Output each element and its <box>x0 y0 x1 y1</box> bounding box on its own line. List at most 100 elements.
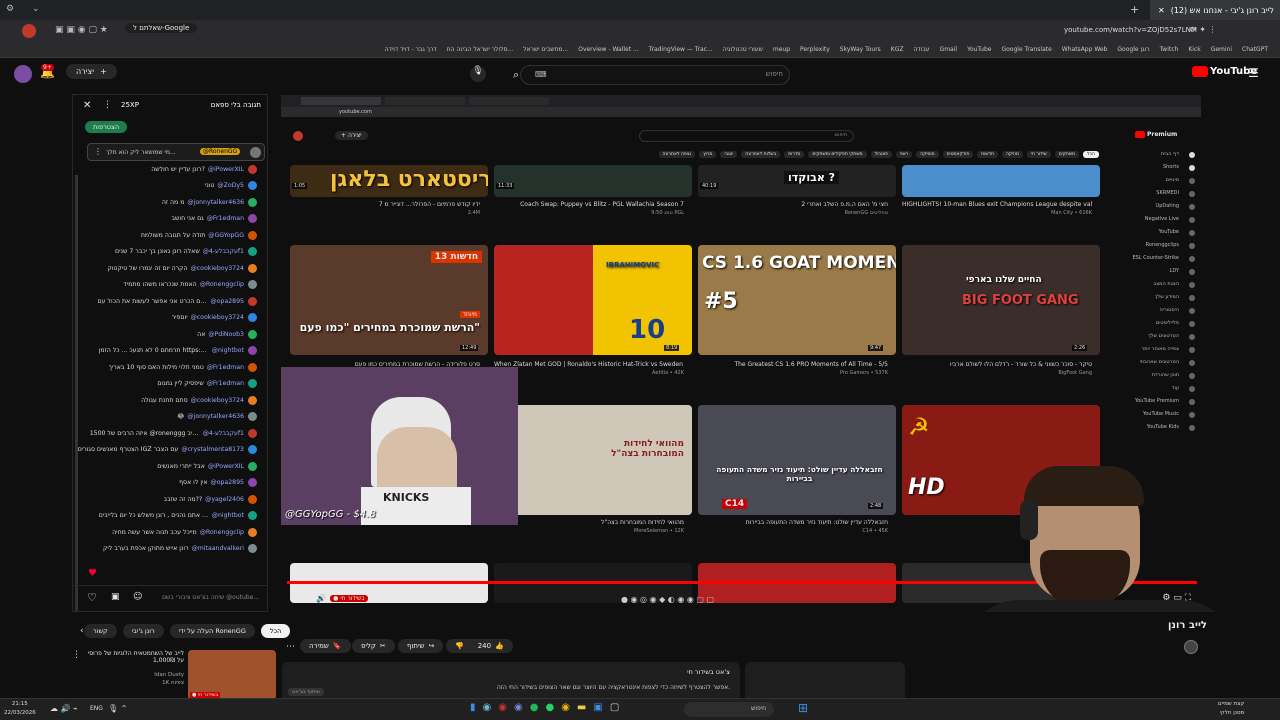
inner-chip[interactable]: נצפה לאחרונה <box>658 151 696 158</box>
thumb-r3-2[interactable]: חזבאללה עדיין שולט: תיעוד נזיר משדה התעו… <box>698 405 896 515</box>
obs-icon[interactable]: ◉ <box>498 702 507 713</box>
clip-button[interactable]: קליפ ✂ <box>352 639 395 653</box>
inner-avatar[interactable] <box>293 131 303 141</box>
inner-create[interactable]: + יצירה <box>335 131 368 140</box>
inner-chip[interactable]: סדרות <box>784 151 805 158</box>
video-title[interactable]: חזבאללה עדיין שולט: תיעוד נזיר משדה התעו… <box>698 519 888 526</box>
inner-chip[interactable]: מוזיקה <box>1001 151 1023 158</box>
chat-author[interactable]: @Fr1edman <box>207 380 244 387</box>
chat-author[interactable]: @עקבבלע-4f1 <box>203 248 244 255</box>
keyboard-icon[interactable]: ⌨ <box>535 70 547 79</box>
new-tab-icon[interactable]: + <box>1130 3 1139 16</box>
chat-message[interactable]: תודה על תגובה משולמת @GGYopGG <box>73 227 267 244</box>
chat-message[interactable]: שאלה רונן גאונן בך יכבר 7 שנים @עקבבלע-4f… <box>73 244 267 261</box>
bookmark-item[interactable]: Twitch <box>1160 46 1179 53</box>
chat-input[interactable]: שיחה בצ'אט ציבורי בשם @outube... <box>162 594 259 601</box>
thumb-r2-1[interactable]: חדשות 13 מיוחד הרשת שמוכרת במחירים "כמו … <box>290 245 488 355</box>
chat-author[interactable]: @jonnytalker4636 <box>187 413 244 420</box>
chat-author[interactable]: @iPowerXIL <box>208 463 244 470</box>
channel-avatar[interactable] <box>1184 640 1198 654</box>
chat-author[interactable]: @nightbot <box>212 347 244 354</box>
bookmark-item[interactable]: Perplexity <box>800 46 830 53</box>
volume-icon[interactable]: 🔊 <box>316 594 326 603</box>
bookmark-item[interactable]: KGZ <box>891 46 904 53</box>
folder-icon[interactable]: ▬ <box>577 702 586 713</box>
inner-sidebar-item[interactable]: YouTube Kids <box>1101 424 1201 437</box>
chat-message[interactable]: הצטרף מאנשים סגורים IGZ עם הצבר @crystalm… <box>73 442 267 459</box>
close-chat-icon[interactable]: ✕ <box>83 100 91 111</box>
chat-author[interactable]: @yagel2406 <box>205 496 244 503</box>
chat-author[interactable]: @opa2895 <box>211 298 244 305</box>
thumb-r2-2[interactable]: IBRAHIMOVIC 10 <box>494 245 692 355</box>
windows-start-icon[interactable]: ⊞ <box>798 701 808 715</box>
chat-message[interactable]: מייכל עכב תנוה אשר עשה מחיה @Ronenggclip <box>73 524 267 541</box>
bookmark-item[interactable]: ChatGPT <box>1242 46 1268 53</box>
chat-author[interactable]: @Ronenggclip <box>200 529 244 536</box>
inner-chip[interactable]: מרוץ <box>699 151 717 158</box>
chat-author[interactable]: @Ronenggclip <box>200 281 244 288</box>
video-title[interactable]: HIGHLIGHTS! 10-man Blues exit Champions … <box>902 201 1092 208</box>
discord-icon[interactable]: ◉ <box>514 702 523 713</box>
more-options-icon[interactable]: ⋮ <box>103 100 112 110</box>
inner-chip[interactable]: הכל <box>1083 151 1099 158</box>
video-title[interactable]: When Zlatan Met GOD | Ronaldo's Historic… <box>494 361 684 368</box>
chat-author[interactable]: @Fr1edman <box>207 215 244 222</box>
inner-logo[interactable]: Premium <box>1135 131 1177 138</box>
inner-sidebar-item[interactable]: ESL Counter-Strike <box>1101 255 1201 268</box>
video-title[interactable]: The Greatest CS 1.6 PRO Moments of All T… <box>698 361 888 368</box>
chrome-icon[interactable]: ◉ <box>561 702 570 713</box>
pin-menu-icon[interactable]: ⋮ <box>94 147 102 156</box>
inner-sidebar-item[interactable]: Ronenggclips <box>1101 242 1201 255</box>
video-title[interactable]: ידיו קודש פרמיום - הפרולר... דונייר מ 7 <box>290 201 480 208</box>
inner-sidebar-item[interactable]: הסרטונים שאהבתי <box>1101 359 1201 372</box>
chat-message[interactable]: מה זה שזבב?? @yagel2406 <box>73 491 267 508</box>
emoji-icon[interactable]: ☺ <box>133 592 142 602</box>
bookmark-item[interactable]: Gemini <box>1211 46 1232 53</box>
chat-message[interactable]: תרמתם 0 לא תנעכ ... כל הזמן https://stre… <box>73 343 267 360</box>
inner-sidebar-item[interactable]: תוכן שהורדת <box>1101 372 1201 385</box>
thumb-r2-3[interactable]: CS 1.6 GOAT MOMENTS #5 <box>698 245 896 355</box>
bookmark-item[interactable]: TradingView — Trac... <box>649 46 713 53</box>
recommended-video-card[interactable]: ● בשידור חי ⋮ לייב של השחמטאית הלוגיות ש… <box>70 648 280 700</box>
notes-app-icon[interactable]: ▮ <box>470 702 476 713</box>
chat-message[interactable]: גם אני חושב @Fr1edman <box>73 211 267 228</box>
rec-tab[interactable]: רונן ג'יבי <box>122 624 164 638</box>
search-box[interactable]: ⌕ ⌨ חיפוש <box>513 65 790 85</box>
google-query-chip[interactable]: שאלתם ל-Google <box>125 23 198 33</box>
chat-author[interactable]: @iPowerXIL <box>208 166 244 173</box>
inner-sidebar-item[interactable]: עוד <box>1101 385 1201 398</box>
inner-tab-2[interactable] <box>385 97 465 105</box>
mic-icon[interactable]: 🎙 <box>470 66 486 82</box>
rec-tab[interactable]: הכל <box>260 624 291 638</box>
inner-chip[interactable]: פודקאסטים <box>942 151 974 158</box>
extensions-icon[interactable]: ▣ ▣ ◉ ▢ ★ <box>55 25 108 35</box>
inner-chip[interactable]: ראפ <box>895 151 913 158</box>
bookmark-item[interactable]: שעורי טכנולוגיה <box>723 46 763 53</box>
bookmark-item[interactable]: SkyWay Tours <box>840 46 881 53</box>
inner-chip[interactable]: פוטבול <box>870 151 892 158</box>
chat-author[interactable]: @opa2895 <box>211 479 244 486</box>
taskview-icon[interactable]: ▢ <box>610 702 619 713</box>
pinned-message[interactable]: ⋮ מי שמושאר ליק הוא מלך... @RonenGG <box>87 143 265 161</box>
chat-author[interactable]: @cookieboy3724 <box>191 397 244 404</box>
like-icon[interactable]: 👍 <box>495 642 504 650</box>
profile-avatar[interactable] <box>22 24 36 38</box>
bookmark-item[interactable]: WhatsApp Web <box>1062 46 1108 53</box>
inner-sidebar-item[interactable]: Shorts <box>1101 164 1201 177</box>
chat-message[interactable]: רונן עדיין יש חולשה? @iPowerXIL <box>73 161 267 178</box>
tab-active[interactable]: ✕ (12) לייב רונן ג'יבי - אנחנו אש <box>1150 0 1280 20</box>
bookmark-item[interactable]: Google Translate <box>1001 46 1051 53</box>
inner-tab-3[interactable] <box>469 97 549 105</box>
inner-sidebar-item[interactable]: UpDating <box>1101 203 1201 216</box>
language-indicator[interactable]: ENG <box>90 705 103 712</box>
more-actions-icon[interactable]: ⋯ <box>286 642 295 652</box>
whatsapp-icon[interactable]: ● <box>545 702 554 713</box>
inner-sidebar-item[interactable]: הצגת המצב <box>1101 281 1201 294</box>
spotify-icon[interactable]: ● <box>530 702 539 713</box>
dislike-icon[interactable]: 👎 <box>455 642 464 650</box>
url-field[interactable]: youtube.com/watch?v=ZOjD52s7LNM <box>1064 26 1197 34</box>
chat-author[interactable]: @mitaandvalkeri <box>192 545 244 552</box>
bookmark-item[interactable]: מחשבים ישראל... <box>523 46 568 53</box>
inner-chip[interactable]: חדשות <box>977 151 998 158</box>
chat-message[interactable]: רונן אייש מתוקן אכפת בערב ליק @mitaandval… <box>73 541 267 558</box>
